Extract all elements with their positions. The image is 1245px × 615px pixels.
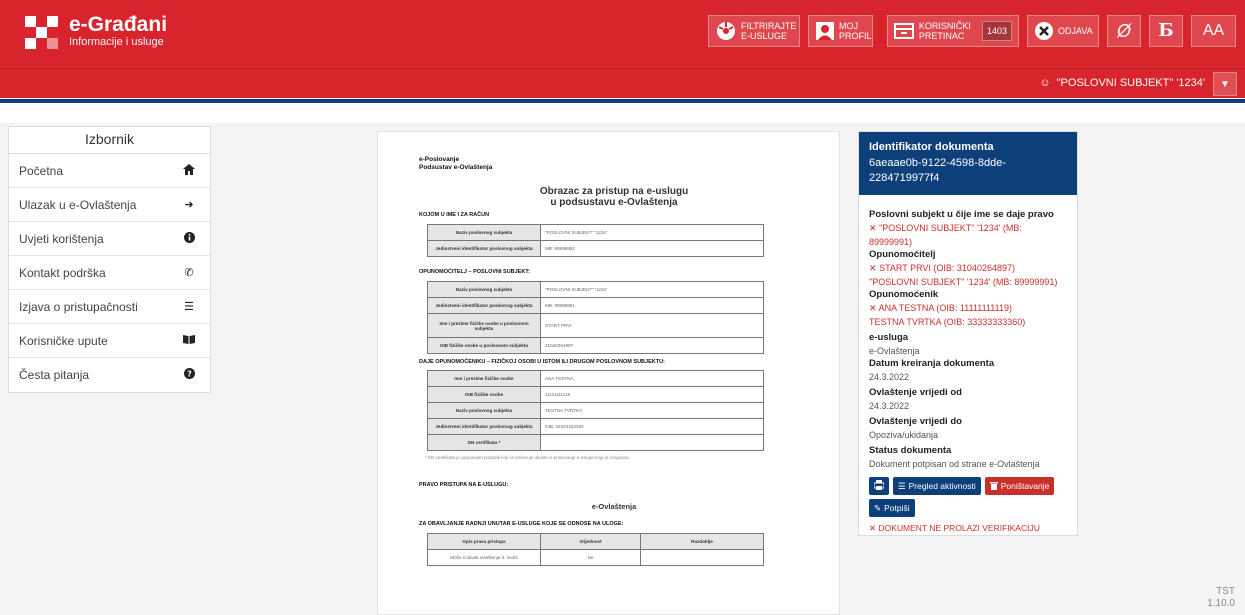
current-user[interactable]: ☺ "POSLOVNI SUBJEKT" '1234': [1039, 77, 1205, 89]
doc-table-grantor: Naziv poslovnog subjekta "POSLOVNI SUBJEK…: [427, 281, 764, 354]
sign-in-icon: ➜: [184, 199, 194, 211]
doc-table-grantee: Ime i prezime fizičke osobe ANA TESTNA OI…: [427, 370, 764, 451]
user-inbox-button[interactable]: KORISNIČKI PRETINAC 1403: [887, 15, 1019, 47]
x-icon: ✕: [869, 263, 877, 273]
doc-section-2: OPUNOMOĆITELJ – POSLOVNI SUBJEKT:: [419, 269, 530, 275]
brand-subtitle: Informacije i usluge: [69, 36, 164, 48]
x-icon: ✕: [869, 223, 877, 233]
align-icon: ☰: [184, 301, 194, 313]
doc-header-line2: Podsustav e-Ovlaštenja: [419, 164, 493, 171]
dyslexia-font-button[interactable]: б: [1149, 15, 1183, 47]
document-info-panel: Identifikator dokumenta 6aeaae0b-9122-45…: [858, 131, 1078, 536]
doc-header-line1: e-Poslovanje: [419, 156, 460, 163]
dyslexic-font-icon: б: [1158, 20, 1174, 41]
x-icon: ✕: [869, 303, 877, 313]
checkerboard-logo-icon: [25, 15, 58, 49]
phone-icon: ✆: [184, 267, 194, 279]
filter-services-button[interactable]: FILTRIRAJTE E-USLUGE: [708, 15, 800, 47]
grantee-value: ✕ ANA TESTNA (OIB: 11111111119): [869, 303, 1012, 313]
top-header: e-Građani Informacije i usluge FILTRIRAJ…: [0, 0, 1245, 68]
user-profile-icon: [815, 20, 835, 42]
eye-slash-icon: Ø: [1116, 21, 1131, 41]
font-size-label: AA: [1202, 22, 1225, 39]
print-icon: [873, 480, 885, 492]
activity-overview-button[interactable]: ☰ Pregled aktivnosti: [893, 477, 981, 495]
sidebar-menu: Izbornik Početna Ulazak u e-Ovlaštenja ➜…: [8, 126, 211, 393]
user-icon: ☺: [1039, 77, 1051, 89]
sidebar-item-e-ovlastenja[interactable]: Ulazak u e-Ovlaštenja ➜: [9, 188, 210, 222]
inbox-icon: [894, 20, 915, 42]
user-bar: ☺ "POSLOVNI SUBJEKT" '1234' ▼: [0, 68, 1245, 98]
sidebar-item-home[interactable]: Početna: [9, 154, 210, 188]
inbox-count-badge: 1403: [981, 21, 1012, 41]
close-circle-icon: [1034, 20, 1054, 42]
hide-visibility-button[interactable]: Ø: [1107, 15, 1141, 47]
sidebar-item-accessibility[interactable]: Izjava o pristupačnosti ☰: [9, 290, 210, 324]
doc-footnote: * DN certifikata je opcionalan podatak k…: [425, 455, 629, 460]
dashboard-icon: [715, 20, 737, 42]
doc-title: Obrazac za pristup na e-uslugu u podsust…: [539, 186, 689, 208]
home-icon: [182, 163, 196, 178]
document-identifier-value: 6aeaae0b-9122-4598-8dde-2284719977f4: [869, 157, 1007, 184]
doc-section-5: ZA OBAVLJANJE RADNJI UNUTAR E-USLUGE KOJ…: [419, 521, 624, 527]
cancel-button[interactable]: Poništavanje: [984, 477, 1055, 495]
brand-title: e-Građani: [69, 13, 168, 36]
sidebar-item-terms[interactable]: Uvjeti korištenja: [9, 222, 210, 256]
font-size-button[interactable]: AA: [1191, 15, 1236, 47]
trash-icon: [989, 481, 998, 492]
print-button[interactable]: [869, 477, 889, 495]
doc-table-subject: Naziv poslovnog subjekta "POSLOVNI SUBJEK…: [427, 224, 764, 257]
subject-value: ✕ "POSLOVNI SUBJEKT" '1234' (MB: 8999999…: [869, 223, 1022, 247]
sidebar-item-support[interactable]: Kontakt podrška ✆: [9, 256, 210, 290]
app-version: TST 1.10.0: [1207, 586, 1235, 609]
sidebar-item-user-guide[interactable]: Korisničke upute: [9, 324, 210, 358]
document-preview[interactable]: e-Poslovanje Podsustav e-Ovlaštenja Obra…: [377, 131, 840, 615]
user-menu-dropdown[interactable]: ▼: [1213, 72, 1237, 96]
sidebar-title: Izbornik: [9, 127, 210, 154]
svg-text:?: ?: [187, 369, 192, 378]
sidebar-item-faq[interactable]: Česta pitanja ?: [9, 358, 210, 392]
sign-button[interactable]: ✎ Potpiši: [869, 499, 915, 517]
chevron-down-icon: ▼: [1220, 78, 1230, 90]
info-icon: [182, 231, 196, 246]
book-icon: [182, 334, 196, 347]
my-profile-button[interactable]: MOJ PROFIL: [808, 15, 873, 47]
doc-table-rights: Opis prava pristupa Vrijednost Razdoblje…: [427, 533, 764, 566]
question-icon: ?: [182, 368, 196, 382]
doc-section-4: PRAVO PRISTUPA NA E-USLUGU:: [419, 482, 509, 488]
doc-service-name: e-Ovlaštenja: [591, 502, 637, 511]
doc-section-3: DAJE OPUNOMOĆENIKU – FIZIČKOJ OSOBI U IS…: [419, 359, 665, 365]
doc-section-1: KOJOM U IME I ZA RAČUN: [419, 212, 490, 218]
verification-status: ✕ DOKUMENT NE PROLAZI VERIFIKACIJU: [869, 523, 1040, 533]
signature-icon: ✎: [874, 502, 882, 513]
x-icon: ✕: [869, 523, 877, 533]
logo[interactable]: e-Građani Informacije i usluge: [25, 14, 167, 49]
list-icon: ☰: [898, 480, 906, 491]
grantor-value: ✕ START PRVI (OIB: 31040264897): [869, 263, 1015, 273]
document-identifier-header: Identifikator dokumenta 6aeaae0b-9122-45…: [859, 132, 1077, 195]
logout-button[interactable]: ODJAVA: [1027, 15, 1099, 47]
